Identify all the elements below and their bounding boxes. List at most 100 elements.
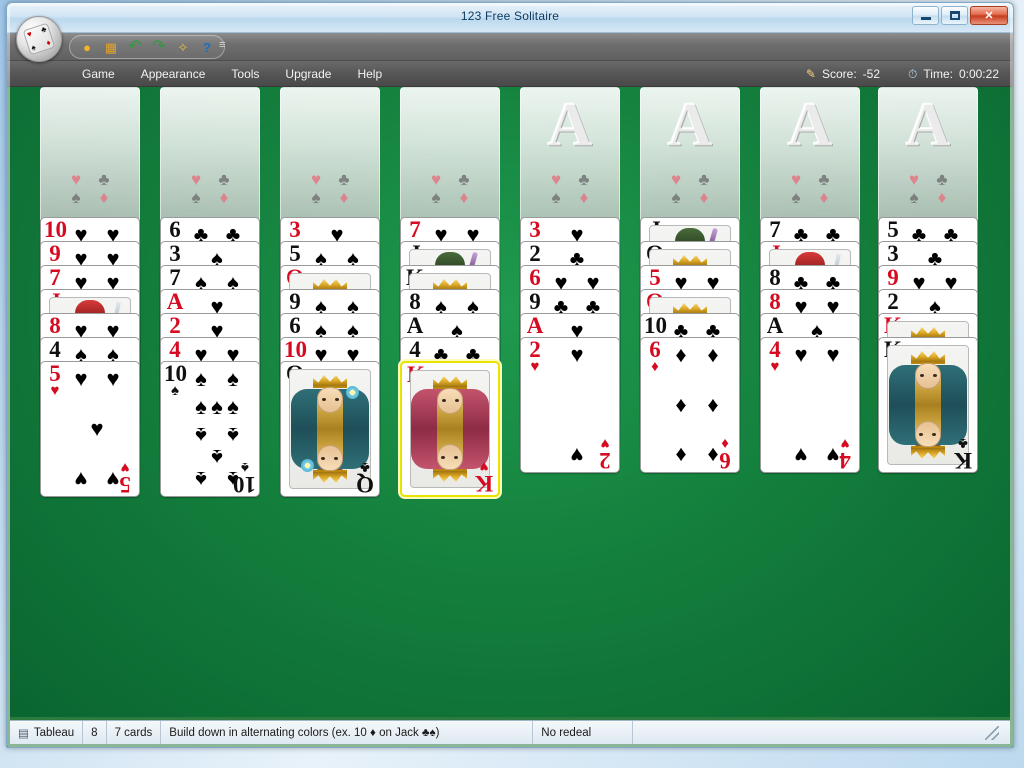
freecell-1[interactable]: ♥ ♣ ♠ ♦ xyxy=(40,87,140,223)
new-game-icon[interactable]: ● xyxy=(76,37,98,57)
card-corner-top: 4♥ xyxy=(764,338,786,375)
card-suit: ♥ xyxy=(120,459,130,475)
club-icon: ♣ xyxy=(818,170,830,189)
diamond-icon: ♦ xyxy=(219,188,229,207)
court-art-top xyxy=(888,346,968,405)
foundation-4[interactable]: A ♥ ♣ ♠ ♦ xyxy=(878,87,978,223)
toolbar-overflow-icon[interactable]: ≡ xyxy=(219,39,225,51)
foundation-2[interactable]: A ♥ ♣ ♠ ♦ xyxy=(640,87,740,223)
card-corner-bottom: 5♥ xyxy=(114,459,136,497)
heart-icon: ♥ xyxy=(550,170,562,189)
spade-icon: ♠ xyxy=(791,188,801,207)
pip: ♦ xyxy=(675,443,687,468)
minimize-icon xyxy=(920,17,931,20)
card-corner-top: 5♥ xyxy=(44,362,66,399)
card-6-diamonds[interactable]: 6 ♦ ♦ ♦ ♦ ♦ ♦ ♦ 6 ♦ xyxy=(640,337,740,473)
title-bar[interactable]: 123 Free Solitaire ✕ xyxy=(7,3,1013,33)
slot-suit-watermark: ♥ ♣ ♠ ♦ xyxy=(281,171,379,206)
card-corner-top: 6 ♦ xyxy=(644,338,666,375)
card-5-hearts[interactable]: 5♥♥♥♥♥♥5♥ xyxy=(40,361,140,497)
heart-icon: ♥ xyxy=(908,170,920,189)
pip: ♥ xyxy=(90,416,104,441)
club-icon: ♣ xyxy=(98,170,110,189)
pip: ♦ xyxy=(707,342,719,367)
menu-item-upgrade[interactable]: Upgrade xyxy=(272,64,344,84)
ace-watermark: A xyxy=(787,91,833,159)
card-rank: 5 xyxy=(119,472,131,497)
card-corner-bottom: 2♥ xyxy=(594,435,616,473)
diamond-icon: ♦ xyxy=(937,188,947,207)
status-pile-index: 8 xyxy=(83,721,107,744)
foundation-3[interactable]: A ♥ ♣ ♠ ♦ xyxy=(760,87,860,223)
card-rank: 10 xyxy=(233,472,256,497)
time-label: Time: xyxy=(923,67,953,81)
heart-icon: ♥ xyxy=(310,170,322,189)
card-k-clubs[interactable]: K♣K♣ xyxy=(878,337,978,473)
spade-icon: ♠ xyxy=(191,188,201,207)
pile-name: Tableau xyxy=(33,726,75,739)
freecell-4[interactable]: ♥ ♣ ♠ ♦ xyxy=(400,87,500,223)
slot-suit-watermark: ♥ ♣ ♠ ♦ xyxy=(879,171,977,206)
score-label: Score: xyxy=(821,67,857,81)
card-suit: ♦ xyxy=(721,435,729,451)
card-suit: ♥ xyxy=(770,359,780,375)
hint-wand-icon[interactable]: ✧ xyxy=(172,37,194,57)
maximize-button[interactable] xyxy=(941,6,968,25)
club-icon: ♣ xyxy=(578,170,590,189)
card-k-hearts[interactable]: K♥K♥ xyxy=(400,361,500,497)
toolbar: ♥ ♣ ♠ ♦ ● ▦ ↶ ↷ ✧ ? ≡ xyxy=(7,16,1013,62)
pip: ♦ xyxy=(675,392,687,417)
pip: ♥ xyxy=(106,366,120,391)
card-suit: ♥ xyxy=(530,359,540,375)
game-board[interactable]: ♥ ♣ ♠ ♦ ♥ ♣ ♠ ♦ ♥ ♣ ♠ ♦ ♥ ♣ ♠ ♦ A ♥ ♣ ♠ ♦ A ♥ ♣ ♠ ♦ A ♥ ♣ ♠ ♦ A ♥ ♣ ♠ ♦ 10… xyxy=(10,87,1010,717)
foundation-1[interactable]: A ♥ ♣ ♠ ♦ xyxy=(520,87,620,223)
card-10-spades[interactable]: 10 ♠ ♠ ♠ ♠ ♠ ♠ ♠ ♠ ♠ ♠ ♠ 10 ♠ xyxy=(160,361,260,497)
spade-icon: ♠ xyxy=(671,188,681,207)
pip: ♥ xyxy=(570,342,584,367)
open-game-icon[interactable]: ▦ xyxy=(100,37,122,57)
pip: ♠ xyxy=(227,423,239,448)
spade-icon: ♠ xyxy=(551,188,561,207)
freecell-2[interactable]: ♥ ♣ ♠ ♦ xyxy=(160,87,260,223)
heart-icon: ♥ xyxy=(670,170,682,189)
card-rank: K xyxy=(475,471,493,496)
slot-suit-watermark: ♥ ♣ ♠ ♦ xyxy=(641,171,739,206)
card-4-hearts[interactable]: 4♥♥♥♥♥4♥ xyxy=(760,337,860,473)
pip: ♥ xyxy=(74,366,88,391)
header-status: ✎ Score: -52 ⏱ Time: 0:00:22 xyxy=(806,61,999,87)
court-art-top xyxy=(411,371,489,429)
spade-icon: ♠ xyxy=(431,188,441,207)
card-rank: 6 xyxy=(719,448,731,473)
spade-icon: ♠ xyxy=(71,188,81,207)
card-rank: 2 xyxy=(599,448,611,473)
redo-icon[interactable]: ↷ xyxy=(148,37,170,57)
pip: ♠ xyxy=(227,394,239,419)
diamond-icon: ♦ xyxy=(579,188,589,207)
card-suit: ♥ xyxy=(600,435,610,451)
menu-item-tools[interactable]: Tools xyxy=(218,64,272,84)
resize-grip[interactable] xyxy=(985,725,999,740)
card-2-hearts[interactable]: 2♥♥♥2♥ xyxy=(520,337,620,473)
time-value: 0:00:22 xyxy=(958,67,999,81)
undo-icon[interactable]: ↶ xyxy=(124,37,146,57)
spade-icon: ♠ xyxy=(909,188,919,207)
app-orb-button[interactable]: ♥ ♣ ♠ ♦ xyxy=(16,16,62,62)
club-icon: ♣ xyxy=(218,170,230,189)
score-icon: ✎ xyxy=(805,67,816,81)
card-corner-top: 10 ♠ xyxy=(164,362,187,399)
window-title: 123 Free Solitaire xyxy=(460,9,560,23)
pip: ♥ xyxy=(826,342,840,367)
card-corner-bottom: 10 ♠ xyxy=(233,459,256,497)
diamond-icon: ♦ xyxy=(459,188,469,207)
status-rule: Build down in alternating colors (ex. 10… xyxy=(161,721,534,744)
menu-item-help[interactable]: Help xyxy=(344,64,395,84)
close-button[interactable]: ✕ xyxy=(970,6,1008,25)
minimize-button[interactable] xyxy=(912,6,939,25)
help-icon[interactable]: ? xyxy=(196,37,218,57)
freecell-3[interactable]: ♥ ♣ ♠ ♦ xyxy=(280,87,380,223)
menu-item-game[interactable]: Game xyxy=(69,64,128,84)
card-q-clubs[interactable]: Q♣Q♣ xyxy=(280,361,380,497)
menu-items: Game Appearance Tools Upgrade Help xyxy=(69,64,395,84)
pip: ♥ xyxy=(74,467,88,492)
menu-item-appearance[interactable]: Appearance xyxy=(128,64,219,84)
